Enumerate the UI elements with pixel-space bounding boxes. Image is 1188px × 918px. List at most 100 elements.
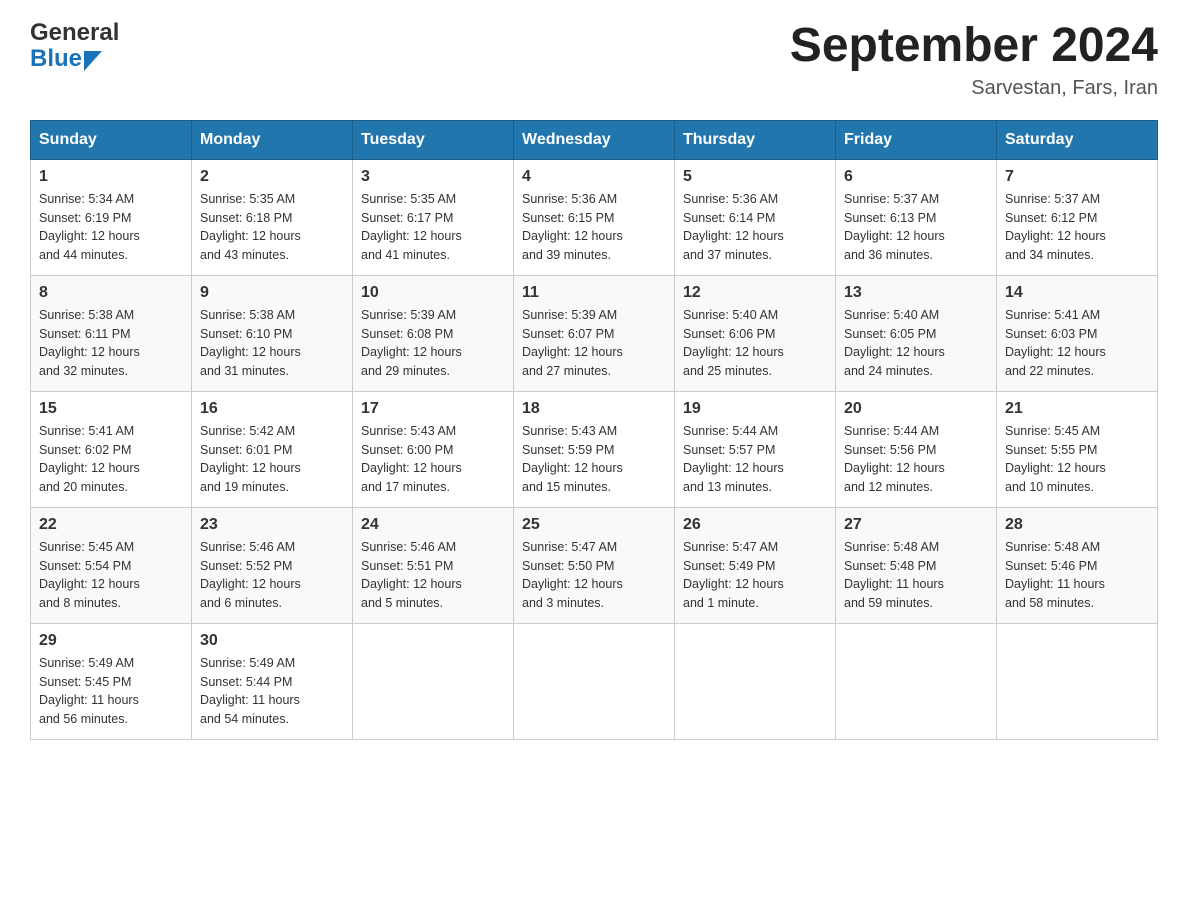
day-info: Sunrise: 5:37 AMSunset: 6:12 PMDaylight:… xyxy=(1005,190,1149,265)
calendar-cell: 2 Sunrise: 5:35 AMSunset: 6:18 PMDayligh… xyxy=(192,159,353,275)
day-number: 4 xyxy=(522,168,666,186)
day-number: 30 xyxy=(200,632,344,650)
calendar-table: SundayMondayTuesdayWednesdayThursdayFrid… xyxy=(30,120,1158,740)
calendar-cell xyxy=(836,623,997,739)
calendar-cell: 25 Sunrise: 5:47 AMSunset: 5:50 PMDaylig… xyxy=(514,507,675,623)
day-number: 11 xyxy=(522,284,666,302)
calendar-cell: 30 Sunrise: 5:49 AMSunset: 5:44 PMDaylig… xyxy=(192,623,353,739)
day-info: Sunrise: 5:46 AMSunset: 5:51 PMDaylight:… xyxy=(361,538,505,613)
calendar-cell: 15 Sunrise: 5:41 AMSunset: 6:02 PMDaylig… xyxy=(31,391,192,507)
day-number: 13 xyxy=(844,284,988,302)
day-info: Sunrise: 5:48 AMSunset: 5:46 PMDaylight:… xyxy=(1005,538,1149,613)
header-tuesday: Tuesday xyxy=(353,120,514,159)
calendar-cell: 26 Sunrise: 5:47 AMSunset: 5:49 PMDaylig… xyxy=(675,507,836,623)
day-number: 12 xyxy=(683,284,827,302)
calendar-cell xyxy=(353,623,514,739)
day-number: 9 xyxy=(200,284,344,302)
day-number: 15 xyxy=(39,400,183,418)
day-number: 16 xyxy=(200,400,344,418)
calendar-cell: 7 Sunrise: 5:37 AMSunset: 6:12 PMDayligh… xyxy=(997,159,1158,275)
title-area: September 2024 Sarvestan, Fars, Iran xyxy=(790,20,1158,100)
week-row-1: 1 Sunrise: 5:34 AMSunset: 6:19 PMDayligh… xyxy=(31,159,1158,275)
day-info: Sunrise: 5:44 AMSunset: 5:57 PMDaylight:… xyxy=(683,422,827,497)
day-number: 8 xyxy=(39,284,183,302)
calendar-cell: 29 Sunrise: 5:49 AMSunset: 5:45 PMDaylig… xyxy=(31,623,192,739)
calendar-cell xyxy=(675,623,836,739)
day-info: Sunrise: 5:35 AMSunset: 6:17 PMDaylight:… xyxy=(361,190,505,265)
location: Sarvestan, Fars, Iran xyxy=(790,77,1158,100)
logo-text: General Blue xyxy=(30,20,119,73)
day-number: 10 xyxy=(361,284,505,302)
calendar-cell: 4 Sunrise: 5:36 AMSunset: 6:15 PMDayligh… xyxy=(514,159,675,275)
day-info: Sunrise: 5:37 AMSunset: 6:13 PMDaylight:… xyxy=(844,190,988,265)
day-info: Sunrise: 5:41 AMSunset: 6:02 PMDaylight:… xyxy=(39,422,183,497)
calendar-cell: 9 Sunrise: 5:38 AMSunset: 6:10 PMDayligh… xyxy=(192,275,353,391)
calendar-cell: 13 Sunrise: 5:40 AMSunset: 6:05 PMDaylig… xyxy=(836,275,997,391)
day-number: 17 xyxy=(361,400,505,418)
day-number: 19 xyxy=(683,400,827,418)
calendar-cell: 3 Sunrise: 5:35 AMSunset: 6:17 PMDayligh… xyxy=(353,159,514,275)
day-info: Sunrise: 5:38 AMSunset: 6:10 PMDaylight:… xyxy=(200,306,344,381)
header-thursday: Thursday xyxy=(675,120,836,159)
day-number: 3 xyxy=(361,168,505,186)
day-number: 23 xyxy=(200,516,344,534)
calendar-cell: 23 Sunrise: 5:46 AMSunset: 5:52 PMDaylig… xyxy=(192,507,353,623)
day-info: Sunrise: 5:43 AMSunset: 5:59 PMDaylight:… xyxy=(522,422,666,497)
day-info: Sunrise: 5:46 AMSunset: 5:52 PMDaylight:… xyxy=(200,538,344,613)
day-info: Sunrise: 5:36 AMSunset: 6:14 PMDaylight:… xyxy=(683,190,827,265)
day-number: 21 xyxy=(1005,400,1149,418)
day-info: Sunrise: 5:47 AMSunset: 5:50 PMDaylight:… xyxy=(522,538,666,613)
header-saturday: Saturday xyxy=(997,120,1158,159)
calendar-cell: 6 Sunrise: 5:37 AMSunset: 6:13 PMDayligh… xyxy=(836,159,997,275)
day-info: Sunrise: 5:40 AMSunset: 6:05 PMDaylight:… xyxy=(844,306,988,381)
calendar-cell: 14 Sunrise: 5:41 AMSunset: 6:03 PMDaylig… xyxy=(997,275,1158,391)
calendar-cell: 19 Sunrise: 5:44 AMSunset: 5:57 PMDaylig… xyxy=(675,391,836,507)
calendar-cell: 24 Sunrise: 5:46 AMSunset: 5:51 PMDaylig… xyxy=(353,507,514,623)
day-number: 27 xyxy=(844,516,988,534)
day-number: 20 xyxy=(844,400,988,418)
day-info: Sunrise: 5:44 AMSunset: 5:56 PMDaylight:… xyxy=(844,422,988,497)
day-info: Sunrise: 5:35 AMSunset: 6:18 PMDaylight:… xyxy=(200,190,344,265)
day-info: Sunrise: 5:34 AMSunset: 6:19 PMDaylight:… xyxy=(39,190,183,265)
day-number: 14 xyxy=(1005,284,1149,302)
day-info: Sunrise: 5:47 AMSunset: 5:49 PMDaylight:… xyxy=(683,538,827,613)
day-info: Sunrise: 5:38 AMSunset: 6:11 PMDaylight:… xyxy=(39,306,183,381)
header-wednesday: Wednesday xyxy=(514,120,675,159)
calendar-cell: 27 Sunrise: 5:48 AMSunset: 5:48 PMDaylig… xyxy=(836,507,997,623)
day-info: Sunrise: 5:36 AMSunset: 6:15 PMDaylight:… xyxy=(522,190,666,265)
day-number: 26 xyxy=(683,516,827,534)
calendar-cell xyxy=(997,623,1158,739)
day-number: 6 xyxy=(844,168,988,186)
calendar-cell: 10 Sunrise: 5:39 AMSunset: 6:08 PMDaylig… xyxy=(353,275,514,391)
day-info: Sunrise: 5:43 AMSunset: 6:00 PMDaylight:… xyxy=(361,422,505,497)
calendar-cell: 16 Sunrise: 5:42 AMSunset: 6:01 PMDaylig… xyxy=(192,391,353,507)
logo: General Blue xyxy=(30,20,119,73)
week-row-3: 15 Sunrise: 5:41 AMSunset: 6:02 PMDaylig… xyxy=(31,391,1158,507)
week-row-4: 22 Sunrise: 5:45 AMSunset: 5:54 PMDaylig… xyxy=(31,507,1158,623)
day-number: 7 xyxy=(1005,168,1149,186)
header-sunday: Sunday xyxy=(31,120,192,159)
page-header: General Blue September 2024 Sarvestan, F… xyxy=(30,20,1158,100)
day-number: 24 xyxy=(361,516,505,534)
day-number: 28 xyxy=(1005,516,1149,534)
day-info: Sunrise: 5:48 AMSunset: 5:48 PMDaylight:… xyxy=(844,538,988,613)
calendar-cell: 11 Sunrise: 5:39 AMSunset: 6:07 PMDaylig… xyxy=(514,275,675,391)
day-info: Sunrise: 5:49 AMSunset: 5:45 PMDaylight:… xyxy=(39,654,183,729)
month-title: September 2024 xyxy=(790,20,1158,73)
logo-blue: Blue xyxy=(30,46,82,72)
calendar-cell: 20 Sunrise: 5:44 AMSunset: 5:56 PMDaylig… xyxy=(836,391,997,507)
calendar-cell: 21 Sunrise: 5:45 AMSunset: 5:55 PMDaylig… xyxy=(997,391,1158,507)
calendar-cell: 8 Sunrise: 5:38 AMSunset: 6:11 PMDayligh… xyxy=(31,275,192,391)
calendar-cell: 18 Sunrise: 5:43 AMSunset: 5:59 PMDaylig… xyxy=(514,391,675,507)
calendar-cell: 22 Sunrise: 5:45 AMSunset: 5:54 PMDaylig… xyxy=(31,507,192,623)
day-number: 1 xyxy=(39,168,183,186)
calendar-cell: 1 Sunrise: 5:34 AMSunset: 6:19 PMDayligh… xyxy=(31,159,192,275)
day-info: Sunrise: 5:39 AMSunset: 6:07 PMDaylight:… xyxy=(522,306,666,381)
logo-general: General xyxy=(30,20,119,46)
day-info: Sunrise: 5:42 AMSunset: 6:01 PMDaylight:… xyxy=(200,422,344,497)
header-row: SundayMondayTuesdayWednesdayThursdayFrid… xyxy=(31,120,1158,159)
day-number: 29 xyxy=(39,632,183,650)
day-info: Sunrise: 5:39 AMSunset: 6:08 PMDaylight:… xyxy=(361,306,505,381)
day-number: 2 xyxy=(200,168,344,186)
day-info: Sunrise: 5:40 AMSunset: 6:06 PMDaylight:… xyxy=(683,306,827,381)
